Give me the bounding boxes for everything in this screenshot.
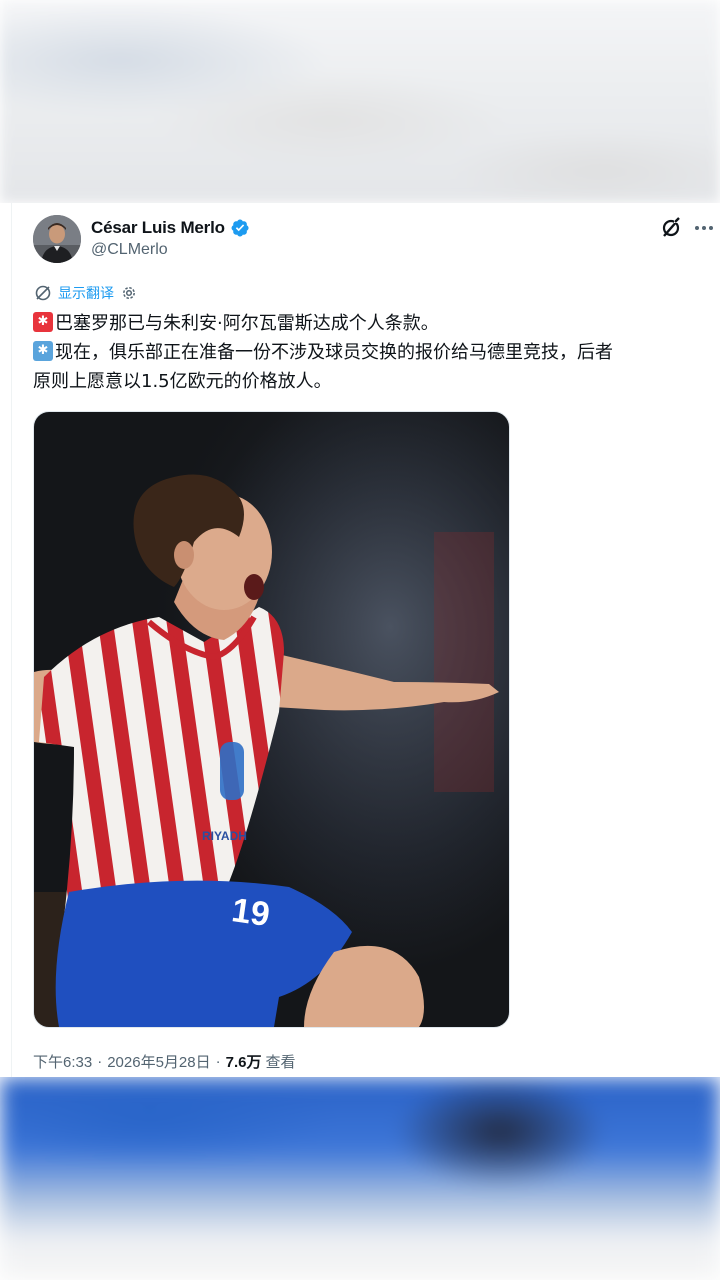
views-label: 查看 <box>265 1054 296 1071</box>
svg-text:19: 19 <box>229 891 272 934</box>
svg-text:RIYADH: RIYADH <box>202 829 247 843</box>
meta-separator: · <box>97 1053 103 1070</box>
football-player-photo: RIYADH 19 <box>34 412 509 1027</box>
tweet-media-photo[interactable]: RIYADH 19 <box>33 411 510 1028</box>
tweet-meta-row: 下午6:33 · 2026年5月28日 · 7.6万 查看 <box>33 1051 295 1072</box>
grok-icon[interactable] <box>659 216 683 240</box>
view-count: 7.6万 <box>225 1054 262 1071</box>
verified-badge-icon <box>231 219 249 237</box>
author-handle[interactable]: @CLMerlo <box>91 241 168 259</box>
blurred-background-bottom <box>0 1077 720 1280</box>
tweet-date[interactable]: 2026年5月28日 <box>107 1051 210 1072</box>
tweet-line-3: 原则上愿意以1.5亿欧元的价格放人。 <box>33 371 332 392</box>
globe-icon <box>35 285 51 301</box>
avatar[interactable] <box>33 215 81 263</box>
siren-emoji-icon <box>33 312 53 332</box>
more-options-icon[interactable] <box>692 216 716 240</box>
meta-separator: · <box>215 1053 221 1070</box>
tweet-line-1: 巴塞罗那已与朱利安·阿尔瓦雷斯达成个人条款。 <box>33 309 703 338</box>
tweet-line-2-text: 现在，俱乐部正在准备一份不涉及球员交换的报价给马德里竞技，后者 <box>55 342 613 363</box>
tweet-card[interactable]: César Luis Merlo @CLMerlo 显示翻译 巴塞罗那已与朱利安… <box>0 203 720 1077</box>
author-display-name[interactable]: César Luis Merlo <box>91 218 225 238</box>
thread-divider <box>11 203 12 1077</box>
author-name-row[interactable]: César Luis Merlo <box>91 217 250 239</box>
tweet-line-1-text: 巴塞罗那已与朱利安·阿尔瓦雷斯达成个人条款。 <box>55 313 439 334</box>
gear-icon[interactable] <box>120 284 138 302</box>
show-translation-link[interactable]: 显示翻译 <box>58 283 114 303</box>
snowflake-emoji-icon <box>33 341 53 361</box>
blurred-background-top <box>0 0 720 203</box>
tweet-time[interactable]: 下午6:33 <box>33 1051 92 1072</box>
tweet-line-2: 现在，俱乐部正在准备一份不涉及球员交换的报价给马德里竞技，后者 <box>33 338 703 367</box>
translate-row[interactable]: 显示翻译 <box>34 283 138 303</box>
tweet-text: 巴塞罗那已与朱利安·阿尔瓦雷斯达成个人条款。 现在，俱乐部正在准备一份不涉及球员… <box>33 309 703 396</box>
